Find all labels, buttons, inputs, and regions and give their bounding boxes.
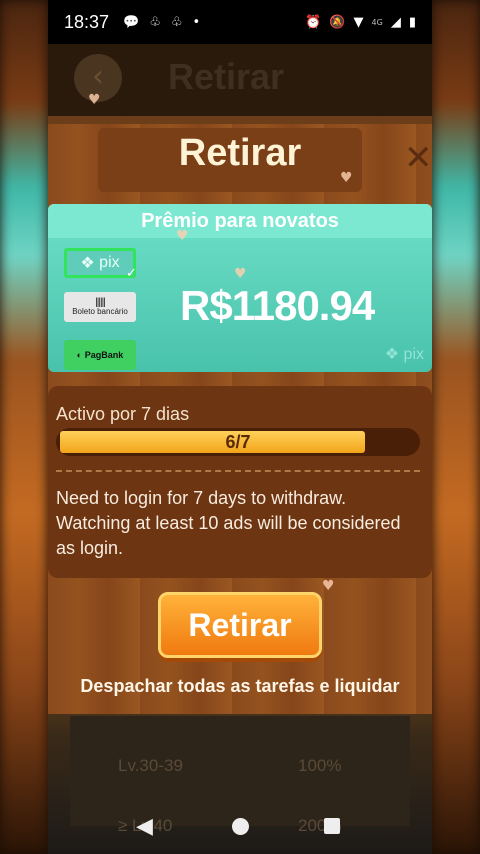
activity-title: Activo por 7 dias [56,404,190,424]
backdrop-left [0,0,48,854]
cat-icon: ♧ [170,14,183,30]
pix-watermark: ❖ pix [384,346,424,363]
payment-label: pix [99,254,120,271]
background-header: ‹ Retirar [48,44,432,116]
wifi-icon: ▼ [353,14,364,30]
close-icon[interactable]: ✕ [404,138,433,178]
mute-icon: 🔕 [329,14,346,30]
heart-particle-icon: ♥ [234,266,247,282]
system-icons: ⏰ 🔕 ▼ 4G ◢ ▮ [305,15,416,30]
pix-icon: ❖ [384,346,400,363]
level-cell: Lv.30-39 [118,756,183,775]
backdrop-right [432,0,480,854]
check-icon: ✓ [126,266,137,281]
pagbank-icon: ◐ [76,350,85,360]
battery-icon: ▮ [408,14,416,30]
signal-icon: ◢ [390,14,401,30]
activity-description: Need to login for 7 days to withdraw. Wa… [56,488,401,558]
background-title: Retirar [168,56,285,97]
status-bar: 18:37 💬 ♧ ♧ • ⏰ 🔕 ▼ 4G ◢ ▮ [48,0,432,44]
notification-icons: 💬 ♧ ♧ • [123,15,200,30]
withdraw-button[interactable]: Retirar [158,592,322,658]
withdraw-dialog: Retirar ✕ Prêmio para novatos ❖ pix ✓ ||… [48,124,433,714]
payment-label: Boleto bancário [72,307,128,316]
payment-option-boleto[interactable]: |||||| Boleto bancário [64,292,136,322]
cat-icon: ♧ [149,14,161,30]
dialog-title: Retirar [178,132,302,174]
message-icon: 💬 [123,14,140,30]
activity-card: Activo por 7 dias 6/7 Need to login for … [48,386,432,578]
nav-recents-icon[interactable] [324,818,340,834]
nav-back-icon[interactable]: ◀ [136,814,153,839]
status-time: 18:37 [64,11,110,32]
reward-card: Prêmio para novatos ❖ pix ✓ |||||| Bolet… [48,204,432,372]
value-cell: 100% [298,756,342,775]
dot-icon: • [192,14,201,30]
divider [56,470,420,472]
heart-particle-icon: ♥ [176,228,189,244]
barcode-icon: |||||| [95,297,106,308]
progress-label: 6/7 [225,432,251,452]
payment-option-pagbank[interactable]: ◐ PagBank [64,340,136,370]
navigation-bar: ◀ [48,800,432,854]
payment-label: PagBank [84,350,124,360]
pix-icon: ❖ [80,255,100,272]
progress-bar: 6/7 [56,428,420,456]
footer-note: Despachar todas as tarefas e liquidar [80,676,400,696]
reward-amount: R$1180.94 [180,282,375,329]
alarm-icon: ⏰ [305,14,322,30]
heart-particle-icon: ♥ [322,578,335,594]
reward-header: Prêmio para novatos [48,204,432,238]
heart-particle-icon: ♥ [88,92,101,108]
nav-home-icon[interactable] [232,818,249,835]
network-label: 4G [371,17,383,27]
heart-particle-icon: ♥ [340,170,353,186]
